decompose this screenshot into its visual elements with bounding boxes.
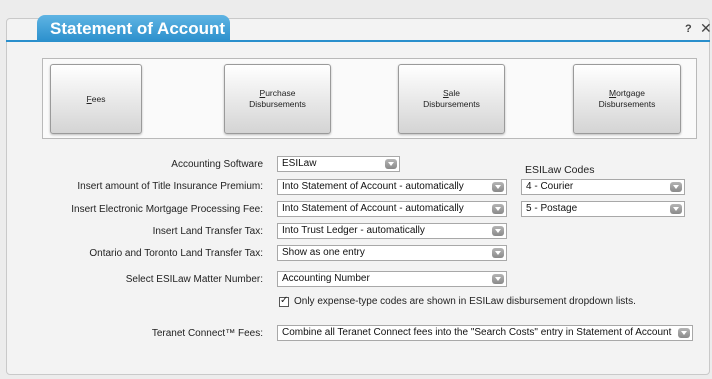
emp-fee-select[interactable]: Into Statement of Account - automaticall… xyxy=(277,201,507,217)
ontario-toronto-label: Ontario and Toronto Land Transfer Tax: xyxy=(89,248,263,259)
chevron-down-icon xyxy=(670,204,682,214)
purchase-disbursements-button[interactable]: Purchase Disbursements xyxy=(224,64,331,134)
emp-fee-label: Insert Electronic Mortgage Processing Fe… xyxy=(71,204,263,215)
title-insurance-label: Insert amount of Title Insurance Premium… xyxy=(77,181,263,192)
esilaw-code-select-2[interactable]: 5 - Postage xyxy=(521,201,685,217)
title-insurance-select[interactable]: Into Statement of Account - automaticall… xyxy=(277,179,507,195)
chevron-down-icon xyxy=(492,248,504,258)
dialog-title: Statement of Account xyxy=(37,15,230,42)
matter-number-label: Select ESILaw Matter Number: xyxy=(125,274,263,285)
chevron-down-icon xyxy=(492,274,504,284)
mortgage-disbursements-button[interactable]: Mortgage Disbursements xyxy=(573,64,681,134)
expense-only-label: Only expense-type codes are shown in ESI… xyxy=(294,296,636,307)
teranet-fees-select[interactable]: Combine all Teranet Connect fees into th… xyxy=(277,325,693,341)
esilaw-codes-heading: ESILaw Codes xyxy=(525,164,595,176)
expense-only-checkbox-row[interactable]: Only expense-type codes are shown in ESI… xyxy=(279,295,636,307)
land-transfer-select[interactable]: Into Trust Ledger - automatically xyxy=(277,223,507,239)
chevron-down-icon xyxy=(670,182,682,192)
ontario-toronto-select[interactable]: Show as one entry xyxy=(277,245,507,261)
help-icon[interactable]: ? xyxy=(685,23,692,35)
teranet-fees-label: Teranet Connect™ Fees: xyxy=(151,328,263,339)
close-icon[interactable]: ✕ xyxy=(700,20,712,37)
esilaw-code-select-1[interactable]: 4 - Courier xyxy=(521,179,685,195)
expense-only-checkbox[interactable] xyxy=(279,295,289,307)
accounting-software-select[interactable]: ESILaw xyxy=(277,156,400,172)
matter-number-select[interactable]: Accounting Number xyxy=(277,271,507,287)
sale-disbursements-button[interactable]: Sale Disbursements xyxy=(398,64,505,134)
land-transfer-label: Insert Land Transfer Tax: xyxy=(152,226,263,237)
chevron-down-icon xyxy=(492,182,504,192)
accounting-software-label: Accounting Software xyxy=(171,159,263,170)
chevron-down-icon xyxy=(385,159,397,169)
chevron-down-icon xyxy=(678,328,690,338)
chevron-down-icon xyxy=(492,226,504,236)
chevron-down-icon xyxy=(492,204,504,214)
fees-button[interactable]: Fees xyxy=(50,64,142,134)
